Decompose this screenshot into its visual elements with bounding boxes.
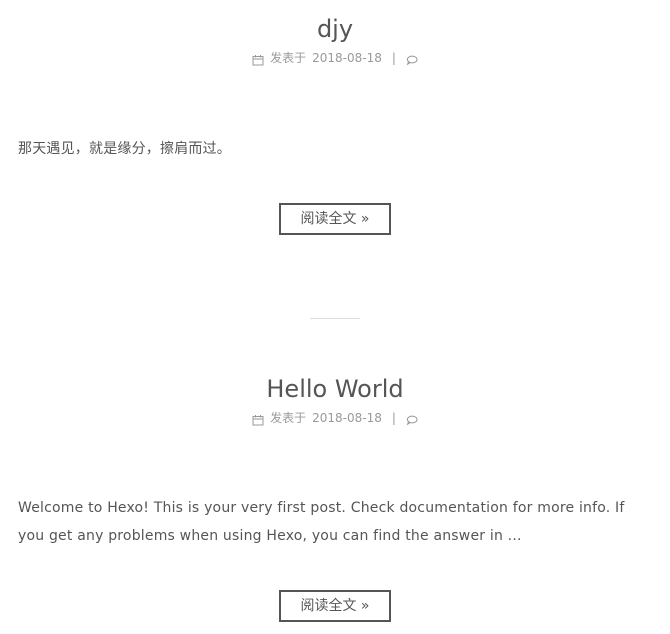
post-title[interactable]: djy [0, 0, 670, 44]
excerpt-text: 那天遇见，就是缘分，擦肩而过。 [18, 141, 231, 157]
post-excerpt: 那天遇见，就是缘分，擦肩而过。 [0, 135, 670, 163]
meta-divider: | [391, 411, 396, 425]
post-meta: 发表于 2018-08-18 | [0, 48, 670, 68]
post-meta: 发表于 2018-08-18 | [0, 408, 670, 428]
post-date: 2018-08-18 [312, 411, 382, 425]
meta-divider: | [391, 51, 396, 65]
read-more-button[interactable]: 阅读全文 » [279, 590, 391, 622]
post-article: Hello World 发表于 2018-08-18 | Welcome to … [0, 319, 670, 622]
comment-icon[interactable] [406, 52, 418, 66]
read-more-wrap: 阅读全文 » [0, 590, 670, 622]
post-excerpt: Welcome to Hexo! This is your very first… [0, 494, 670, 550]
excerpt-text: Welcome to Hexo! This is your very first… [18, 500, 625, 544]
read-more-button[interactable]: 阅读全文 » [279, 203, 391, 235]
read-more-wrap: 阅读全文 » [0, 203, 670, 235]
calendar-icon [252, 52, 264, 66]
post-title[interactable]: Hello World [0, 319, 670, 404]
post-date: 2018-08-18 [312, 51, 382, 65]
calendar-icon [252, 412, 264, 426]
post-article: djy 发表于 2018-08-18 | 那天遇见，就是缘分，擦肩而过。 阅读全… [0, 0, 670, 318]
comment-icon[interactable] [406, 412, 418, 426]
meta-label: 发表于 [270, 411, 307, 425]
meta-label: 发表于 [270, 51, 307, 65]
